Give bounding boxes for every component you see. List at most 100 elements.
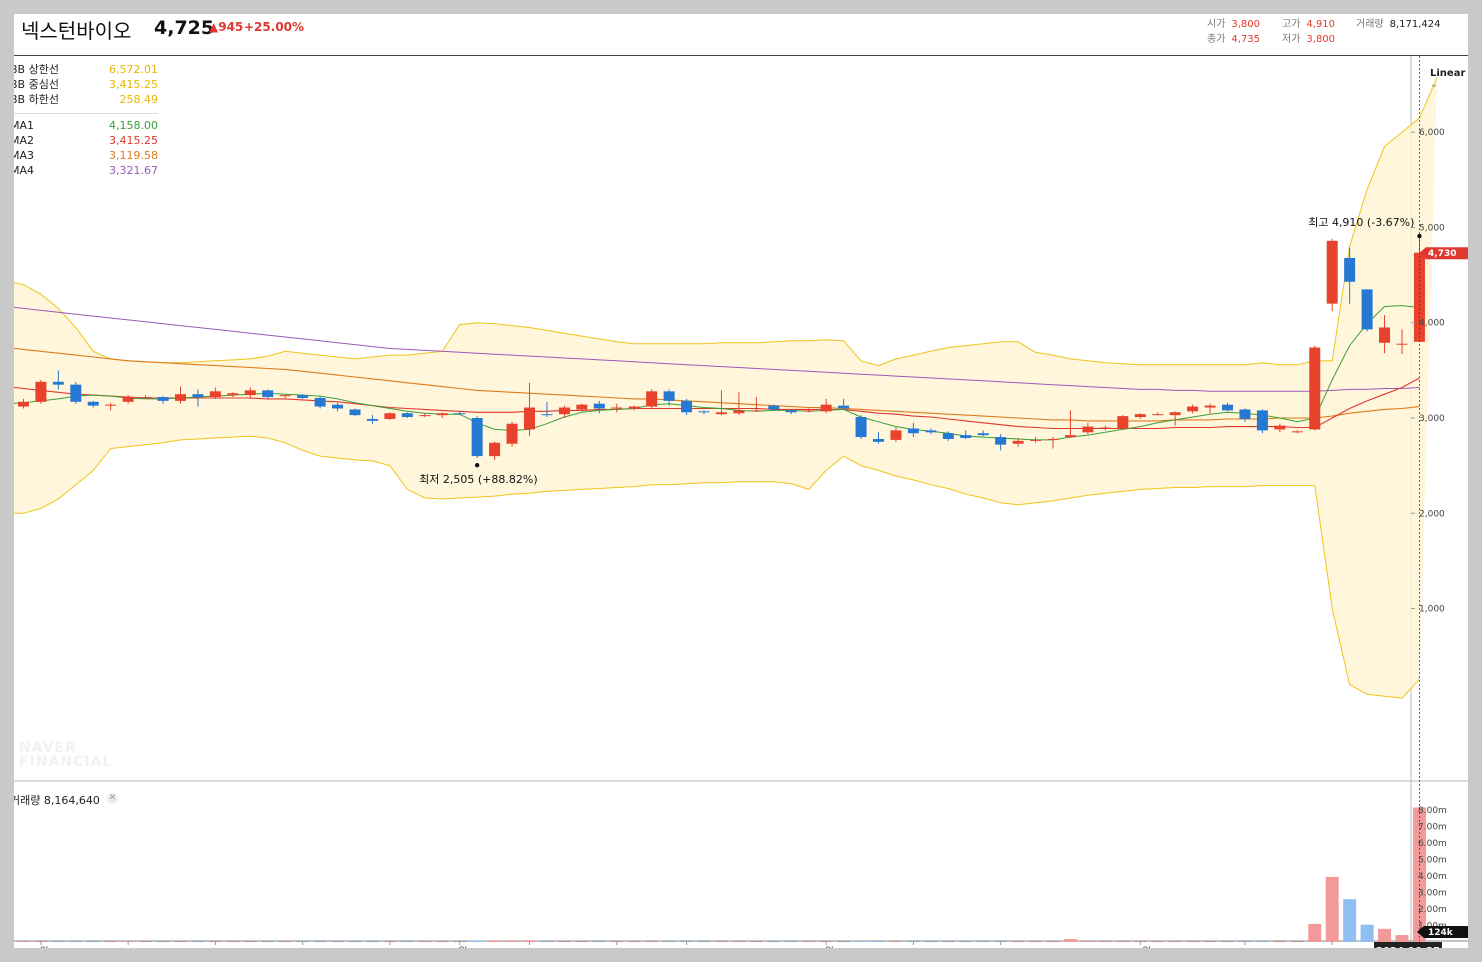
ma4-value: 3,321.67 — [109, 164, 158, 177]
candle-body — [768, 405, 780, 410]
price-tick-label: 3,000 — [1419, 414, 1445, 424]
volume-bar — [400, 941, 414, 943]
high-marker — [1417, 233, 1422, 239]
candle-body — [1326, 240, 1338, 304]
volume-bar — [470, 940, 484, 942]
cursor-date-label: 2024-10-25 — [1376, 946, 1440, 948]
time-tick-label: 08/07 — [515, 947, 544, 948]
bb-upper-value: 6,572.01 — [109, 63, 158, 76]
candlestick-chart[interactable]: 1,0002,0003,0004,0005,0006,0001.00m2.00m… — [14, 14, 1468, 948]
volume-bar — [575, 941, 589, 943]
indicator-legend: BB 상한선 6,572.01 BB 중심선 3,415.25 BB 하한선 258.… — [14, 62, 158, 178]
candle-body — [1012, 440, 1024, 444]
bb-upper-legend: BB 상한선 6,572.01 — [14, 62, 158, 77]
time-tick-label: 07/28 — [375, 947, 404, 948]
volume-bar — [243, 941, 257, 943]
volume-bar — [645, 941, 659, 942]
candle-body — [558, 407, 570, 415]
candle-body — [297, 395, 309, 398]
scale-mode-dropdown[interactable]: Linear ⌄ — [1430, 68, 1468, 90]
candle-body — [175, 394, 186, 401]
volume-tick-label: 8.00m — [1418, 806, 1447, 816]
candle — [646, 389, 658, 409]
volume-bar — [889, 941, 903, 942]
bb-upper-line — [14, 77, 1438, 367]
volume-bar — [104, 941, 118, 942]
current-volume-tag-label: 124k — [1428, 928, 1454, 938]
time-tick-label: 08/14 — [602, 947, 631, 948]
volume-bar — [732, 941, 746, 942]
bb-lower-value: 258.49 — [119, 93, 159, 106]
volume-bar — [174, 941, 187, 943]
candle — [349, 408, 361, 417]
low-annotation: 최저 2,505 (+88.82%) — [419, 473, 537, 486]
candle-body — [436, 413, 448, 416]
candle-body — [1239, 409, 1251, 419]
volume-tick-label: 5.00m — [1418, 856, 1447, 866]
ma3-value: 3,119.58 — [109, 149, 158, 162]
close-icon[interactable]: ✕ — [107, 793, 118, 804]
volume-bar — [1360, 924, 1374, 942]
candle-body — [471, 418, 483, 457]
bb-lower-label: BB 하한선 — [14, 93, 59, 106]
volume-bar — [51, 941, 65, 942]
ma1-value: 4,158.00 — [109, 119, 158, 132]
candle-body — [105, 404, 117, 406]
candle — [506, 421, 518, 447]
candle-body — [733, 410, 745, 414]
ma1-label: MA1 — [14, 119, 35, 132]
candle-body — [838, 405, 850, 409]
volume-bar — [1255, 941, 1269, 942]
volume-bar — [784, 941, 798, 943]
candle-body — [855, 417, 867, 438]
volume-bar — [1395, 935, 1409, 942]
candle-body — [332, 404, 344, 409]
candle-body — [1064, 435, 1076, 438]
candle-body — [960, 435, 972, 439]
volume-bar — [1046, 941, 1060, 943]
volume-bar — [261, 941, 275, 943]
candle-body — [401, 413, 413, 418]
time-tick-label: 10/21 — [1318, 947, 1347, 948]
candle-body — [576, 404, 588, 410]
candle — [1326, 238, 1338, 312]
candle-body — [1082, 426, 1094, 433]
candle-body — [1204, 405, 1216, 408]
naver-financial-logo: NAVER FINANCIAL — [19, 741, 112, 769]
price-tick-label: 1,000 — [1419, 605, 1445, 615]
volume-bar — [1203, 941, 1217, 943]
volume-bar — [924, 941, 938, 943]
candle-body — [1117, 416, 1129, 429]
candle-body — [1047, 438, 1059, 440]
candle-body — [681, 400, 693, 413]
bb-upper-label: BB 상한선 — [14, 63, 59, 76]
candle-body — [1187, 406, 1199, 412]
volume-bar — [365, 941, 379, 943]
time-tick-label: 8월 — [452, 946, 468, 948]
volume-tick-label: 4.00m — [1418, 872, 1447, 882]
candle-body — [1309, 347, 1321, 430]
candle-body — [244, 390, 256, 396]
time-tick-label: 07/21 — [288, 947, 317, 948]
candle-body — [279, 395, 291, 397]
ma4-label: MA4 — [14, 164, 35, 177]
ma3-label: MA3 — [14, 149, 35, 162]
ma2-value: 3,415.25 — [109, 134, 158, 147]
candle-body — [942, 433, 954, 439]
volume-bar — [1029, 941, 1043, 943]
candle-body — [1152, 414, 1164, 416]
candle-body — [524, 407, 535, 430]
candle-body — [384, 413, 396, 419]
candle-body — [1379, 327, 1391, 343]
volume-bar — [592, 941, 606, 943]
time-tick-label: 09/14 — [986, 947, 1015, 948]
candle-body — [995, 437, 1007, 445]
volume-bar — [331, 941, 345, 943]
candle-body — [227, 393, 239, 396]
time-tick-label: 09/07 — [899, 947, 928, 948]
bollinger-band-fill — [14, 77, 1437, 699]
volume-bar — [1273, 941, 1287, 943]
volume-bar — [348, 941, 362, 943]
volume-bar — [557, 941, 571, 943]
candle-body — [262, 390, 274, 398]
